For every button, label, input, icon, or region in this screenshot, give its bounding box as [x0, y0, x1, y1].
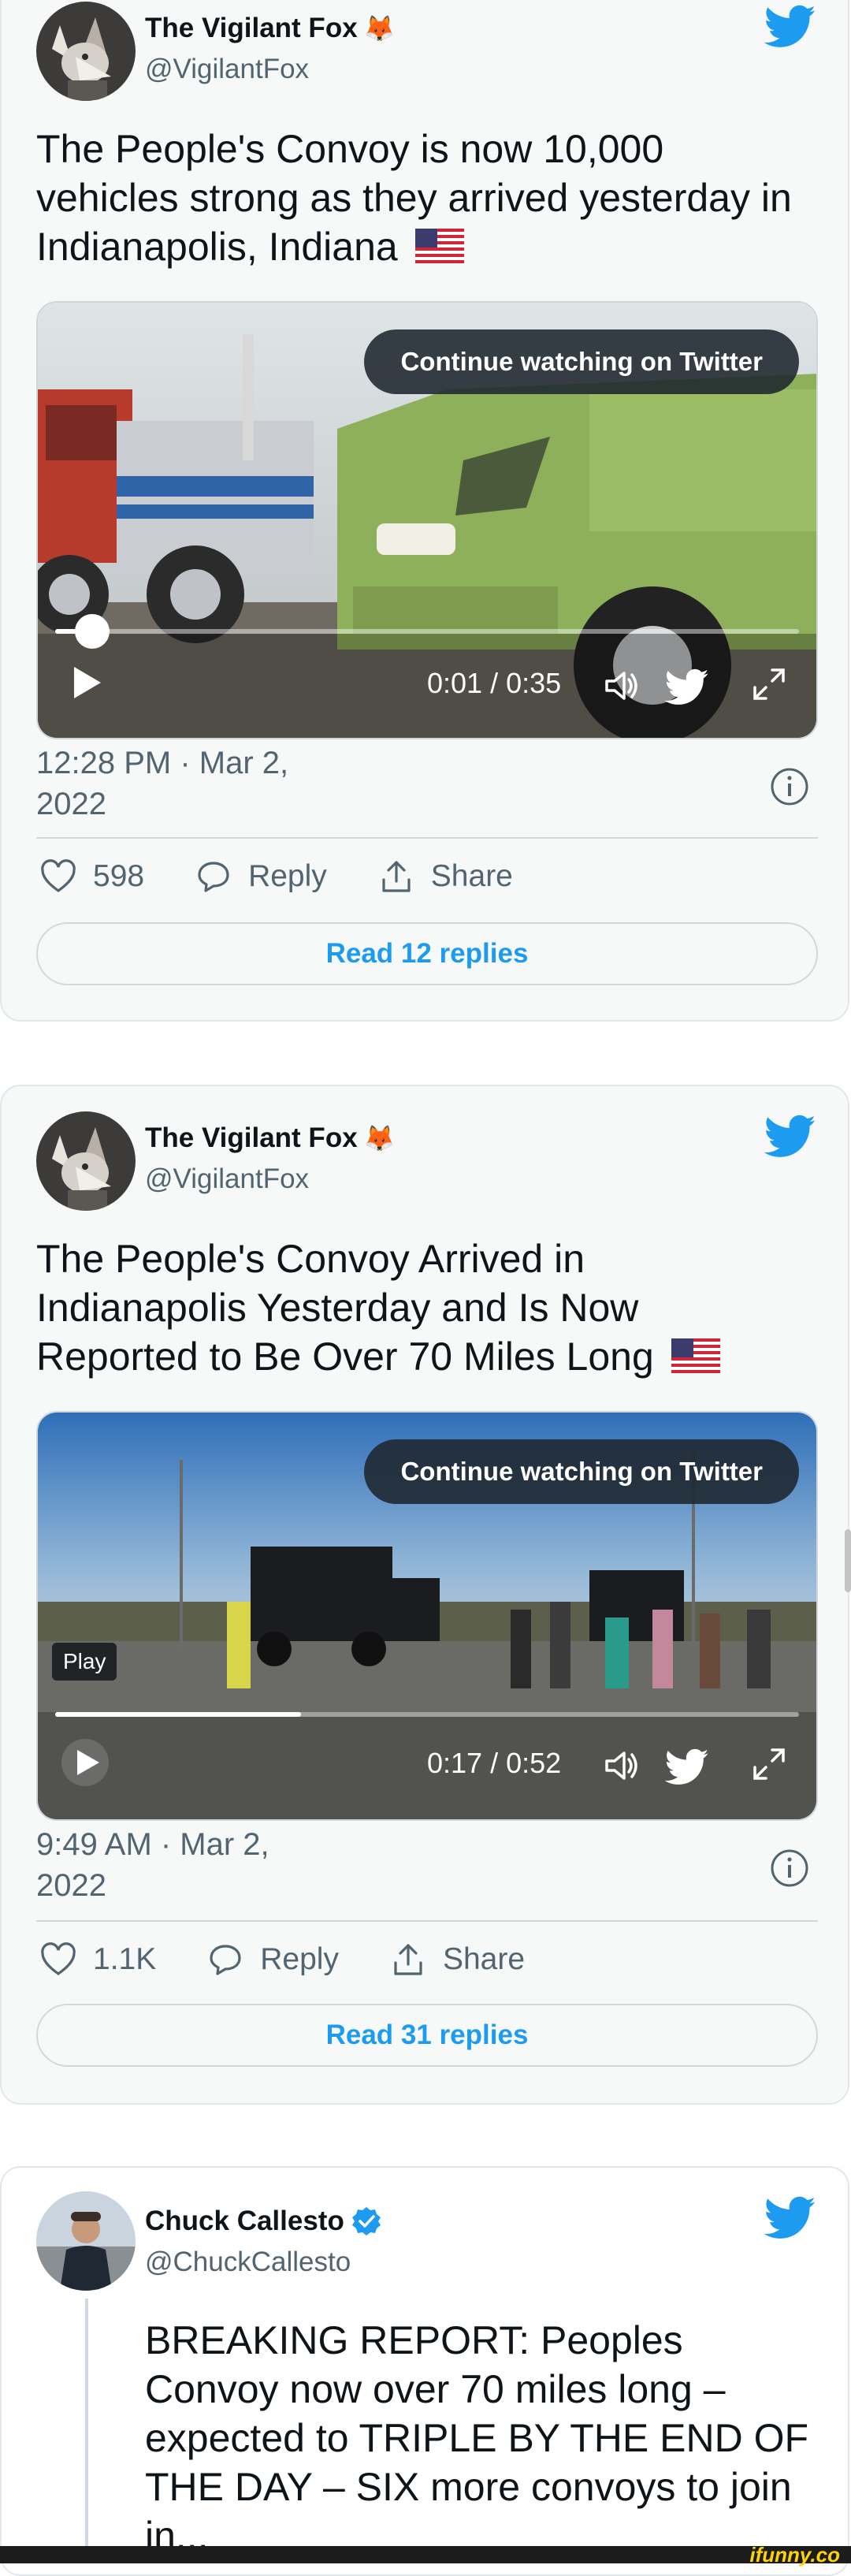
avatar[interactable] — [36, 2191, 136, 2291]
verified-icon — [351, 2207, 381, 2235]
share-icon — [382, 861, 411, 892]
volume-icon[interactable] — [599, 1744, 643, 1788]
tweet-actions: 598 Reply Share — [39, 858, 563, 895]
tweet-card-1: The Vigilant Fox 🦊 @VigilantFox The Peop… — [0, 0, 849, 1022]
twitter-bird-icon[interactable] — [665, 665, 709, 709]
fullscreen-icon[interactable] — [747, 1742, 791, 1786]
share-button[interactable]: Share — [377, 858, 513, 895]
tweet-text: BREAKING REPORT: Peoples Convoy now over… — [145, 2318, 809, 2558]
play-tooltip: Play — [52, 1643, 117, 1681]
fox-icon: 🦊 — [363, 1124, 396, 1152]
tweet-card-3: Chuck Callesto @ChuckCallesto BREAKING R… — [0, 2166, 849, 2576]
reply-icon — [198, 862, 229, 892]
tweet-actions: 1.1K Reply Share — [39, 1941, 575, 1979]
author-handle[interactable]: @VigilantFox — [145, 54, 309, 85]
twitter-bird-icon[interactable] — [764, 1115, 816, 1159]
reply-label: Reply — [260, 1942, 339, 1976]
video-scrubber[interactable] — [55, 1712, 799, 1717]
heart-icon — [41, 859, 76, 892]
author-name[interactable]: The Vigilant Fox 🦊 — [145, 13, 396, 44]
us-flag-icon — [414, 229, 464, 263]
divider — [36, 1920, 818, 1922]
author-handle[interactable]: @ChuckCallesto — [145, 2247, 351, 2278]
video-time: 0:17 / 0:52 — [427, 1747, 562, 1779]
heart-icon — [41, 1942, 76, 1975]
fox-icon: 🦊 — [363, 14, 396, 43]
tweet-timestamp[interactable]: 9:49 AM · Mar 2, 2022 — [36, 1824, 269, 1906]
reply-icon — [210, 1945, 241, 1975]
tweet-timestamp[interactable]: 12:28 PM · Mar 2, 2022 — [36, 743, 288, 825]
thread-connector — [85, 2299, 88, 2559]
share-icon — [394, 1944, 422, 1975]
video-player[interactable]: Continue watching on Twitter Play 0:17 /… — [36, 1411, 818, 1821]
play-icon[interactable] — [60, 1737, 110, 1788]
share-label: Share — [430, 859, 513, 893]
author-name[interactable]: The Vigilant Fox 🦊 — [145, 1122, 396, 1154]
tweet-card-2: The Vigilant Fox 🦊 @VigilantFox The Peop… — [0, 1085, 849, 2105]
tweet-text: The People's Convoy Arrived in Indianapo… — [36, 1234, 777, 1381]
like-count: 1.1K — [93, 1942, 157, 1976]
scrollbar[interactable] — [845, 1529, 851, 1592]
like-button[interactable]: 1.1K — [39, 1942, 156, 1977]
info-icon[interactable] — [769, 1848, 810, 1889]
video-player[interactable]: Continue watching on Twitter 0:01 / 0:35 — [36, 301, 818, 739]
scrubber-progress — [55, 1712, 301, 1717]
scrubber-handle[interactable] — [75, 614, 110, 649]
fox-avatar-icon — [36, 1111, 136, 1211]
read-replies-button[interactable]: Read 31 replies — [36, 2004, 818, 2067]
us-flag-icon — [671, 1338, 720, 1373]
reply-button[interactable]: Reply — [206, 1942, 339, 1977]
info-icon[interactable] — [769, 766, 810, 807]
person-avatar-icon — [36, 2191, 136, 2291]
read-replies-button[interactable]: Read 12 replies — [36, 922, 818, 985]
fullscreen-icon[interactable] — [747, 662, 791, 706]
volume-icon[interactable] — [599, 664, 643, 708]
avatar[interactable] — [36, 1111, 136, 1211]
video-time: 0:01 / 0:35 — [427, 667, 562, 699]
twitter-bird-icon[interactable] — [665, 1745, 709, 1789]
like-button[interactable]: 598 — [39, 859, 144, 894]
reply-label: Reply — [248, 859, 327, 893]
author-handle[interactable]: @VigilantFox — [145, 1163, 309, 1195]
divider — [36, 837, 818, 839]
twitter-bird-icon[interactable] — [764, 5, 816, 49]
author-name[interactable]: Chuck Callesto — [145, 2206, 382, 2237]
like-count: 598 — [93, 859, 145, 893]
fox-avatar-icon — [36, 2, 136, 101]
watermark-bar — [0, 2546, 851, 2563]
continue-watching-button[interactable]: Continue watching on Twitter — [364, 1439, 799, 1504]
twitter-bird-icon[interactable] — [764, 2196, 816, 2240]
video-scrubber[interactable] — [55, 614, 799, 649]
share-label: Share — [442, 1942, 526, 1976]
tweet-text: The People's Convoy is now 10,000 vehicl… — [36, 127, 792, 269]
play-icon[interactable] — [60, 657, 110, 708]
continue-watching-button[interactable]: Continue watching on Twitter — [364, 329, 799, 394]
watermark: ifunny.co — [749, 2543, 840, 2567]
share-button[interactable]: Share — [389, 1941, 525, 1979]
reply-button[interactable]: Reply — [195, 859, 327, 894]
avatar[interactable] — [36, 2, 136, 101]
